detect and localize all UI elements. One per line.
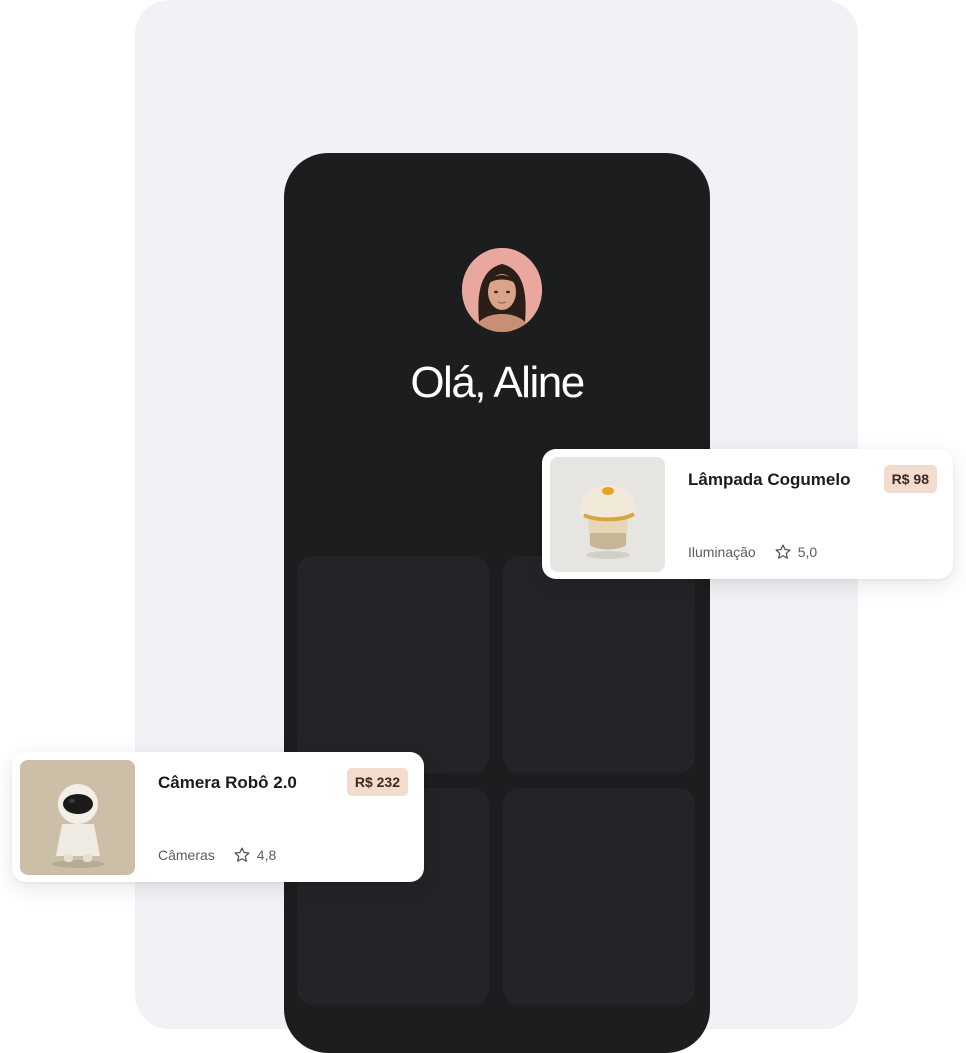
product-title: Câmera Robô 2.0 [158,773,297,792]
product-title: Lâmpada Cogumelo [688,470,851,489]
star-outline-icon [233,846,251,864]
product-category: Iluminação [688,544,756,560]
product-image [550,457,665,572]
product-tile[interactable] [503,556,695,773]
user-avatar[interactable] [462,248,542,332]
product-card-lampada[interactable]: Lâmpada Cogumelo R$ 98 Iluminação 5,0 [542,449,953,579]
product-card-camera-robo[interactable]: Câmera Robô 2.0 R$ 232 Câmeras 4,8 [12,752,424,882]
star-outline-icon [774,543,792,561]
phone-screen: Olá, Aline [284,153,710,1053]
product-category: Câmeras [158,847,215,863]
price-badge: R$ 232 [346,768,408,796]
product-tile[interactable] [503,788,695,1005]
product-rating: 4,8 [256,847,277,863]
product-tile[interactable] [297,556,489,773]
product-image [20,760,135,875]
product-meta: Iluminação 5,0 [688,543,817,561]
product-rating: 5,0 [797,544,818,560]
price-badge: R$ 98 [883,465,937,493]
greeting-title: Olá, Aline [410,358,585,407]
product-meta: Câmeras 4,8 [158,846,276,864]
